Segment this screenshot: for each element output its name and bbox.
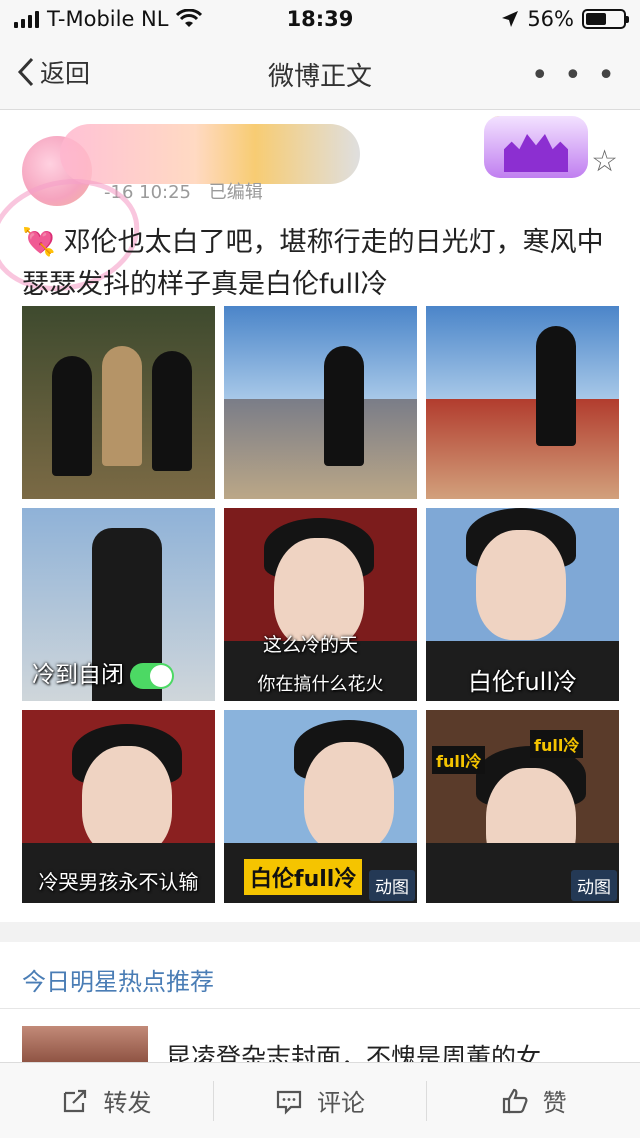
toggle-switch-icon (130, 662, 174, 689)
image-caption-2: full冷 (530, 730, 584, 758)
more-button[interactable]: • • • (531, 58, 618, 93)
image-caption: 白伦full冷 (468, 668, 577, 696)
person-figure (52, 356, 92, 476)
comment-icon (276, 1090, 302, 1115)
post-meta: -16 10:25 已编辑 (104, 178, 275, 204)
image-thumb[interactable]: 冷哭男孩永不认输 (22, 710, 215, 903)
comment-button[interactable]: 评论 (212, 1080, 427, 1121)
heart-emoji-icon: 💘 (22, 227, 56, 258)
caption-text: 冷到自闭 (32, 662, 124, 688)
person-figure (536, 326, 576, 446)
caption-text: full冷 (436, 752, 482, 771)
like-button[interactable]: 赞 (426, 1080, 640, 1121)
status-right: 56% (501, 7, 629, 31)
sky (224, 306, 417, 399)
image-caption: full冷 (432, 746, 486, 774)
post-body: 💘 邓伦也太白了吧，堪称行走的日光灯，寒风中瑟瑟发抖的样子真是白伦full冷 (22, 222, 622, 306)
post-text: 邓伦也太白了吧，堪称行走的日光灯，寒风中瑟瑟发抖的样子真是白伦full冷 (22, 227, 604, 300)
divider (0, 1008, 640, 1009)
person-figure (152, 351, 192, 471)
face (304, 742, 394, 852)
image-thumb[interactable] (426, 306, 619, 499)
location-arrow-icon (502, 11, 519, 27)
caption-text: 白伦full冷 (250, 867, 357, 892)
image-caption-2: 你在搞什么花火 (257, 674, 384, 695)
image-thumb[interactable]: 白伦full冷 (426, 508, 619, 701)
battery-percent: 56% (527, 7, 574, 31)
palace-wall (224, 398, 417, 499)
image-thumb[interactable] (22, 306, 215, 499)
person-figure (102, 346, 142, 466)
status-bar: T-Mobile NL 18:39 56% (0, 0, 640, 38)
image-thumb[interactable]: 这么冷的天 你在搞什么花火 (224, 508, 417, 701)
gif-badge: 动图 (369, 870, 415, 901)
weibo-post: -16 10:25 已编辑 ☆ 💘 邓伦也太白了吧，堪称行走的日光灯，寒风中瑟瑟发… (0, 110, 640, 922)
castle-badge-icon (484, 116, 588, 178)
redaction-scribble (60, 124, 360, 184)
image-grid: 冷到自闭 这么冷的天 你在搞什么花火 白伦full冷 冷哭男孩永不认输 白伦fu… (22, 306, 619, 903)
face (82, 746, 172, 856)
caption-text-2: full冷 (534, 736, 580, 755)
battery-icon (582, 9, 629, 29)
repost-icon (64, 1089, 87, 1112)
edited-label: 已编辑 (208, 182, 263, 203)
nav-bar: 返回 微博正文 • • • (0, 38, 640, 110)
thumbs-up-icon (502, 1088, 528, 1113)
bottom-toolbar: 转发 评论 赞 (0, 1062, 640, 1138)
image-caption: 白伦full冷 (244, 859, 363, 895)
image-caption: 这么冷的天 (262, 634, 358, 656)
gif-badge: 动图 (571, 870, 617, 901)
image-caption: 冷哭男孩永不认输 (38, 870, 199, 894)
image-thumb[interactable]: 白伦full冷 动图 (224, 710, 417, 903)
comment-label: 评论 (317, 1089, 365, 1117)
image-thumb[interactable]: 冷到自闭 (22, 508, 215, 701)
image-caption: 冷到自闭 (32, 655, 215, 689)
image-thumb[interactable] (224, 306, 417, 499)
repost-label: 转发 (103, 1089, 152, 1117)
image-thumb[interactable]: full冷 full冷 动图 (426, 710, 619, 903)
battery-fill (586, 13, 607, 25)
star-icon[interactable]: ☆ (591, 144, 618, 179)
recommend-title[interactable]: 今日明星热点推荐 (22, 962, 214, 997)
recommend-thumbnail[interactable] (22, 1026, 148, 1066)
person-figure (324, 346, 364, 466)
sky (426, 306, 619, 399)
repost-button[interactable]: 转发 (0, 1081, 213, 1121)
palace-wall (426, 398, 619, 499)
face (476, 530, 566, 640)
like-label: 赞 (542, 1089, 567, 1117)
section-divider (0, 922, 640, 942)
